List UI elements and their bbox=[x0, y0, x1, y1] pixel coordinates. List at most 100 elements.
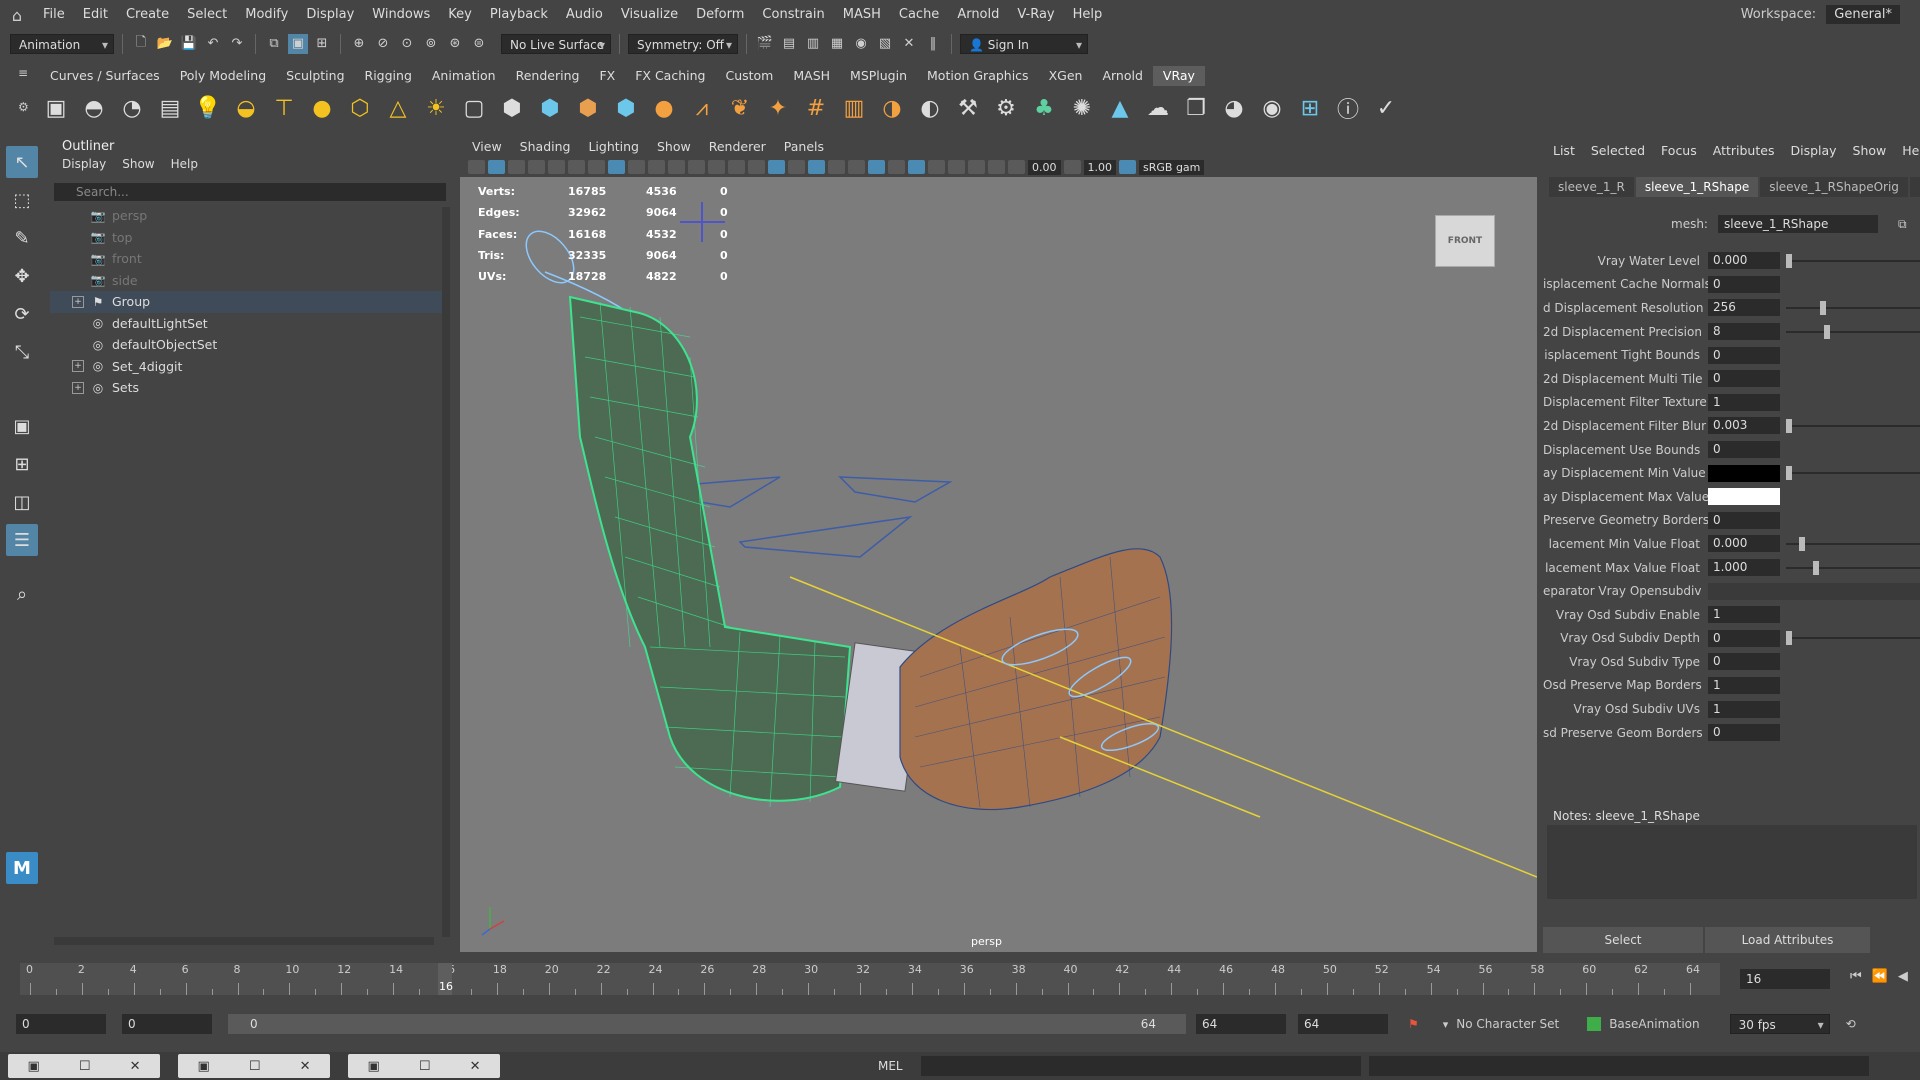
attr-tab[interactable]: Re bbox=[1909, 177, 1920, 197]
menu-edit[interactable]: Edit bbox=[74, 0, 117, 30]
step-back-icon[interactable]: ⏪ bbox=[1872, 969, 1888, 984]
attribute-slider[interactable] bbox=[1786, 418, 1920, 433]
color-management-icon[interactable] bbox=[1119, 160, 1136, 174]
attr-menu-help[interactable]: Help bbox=[1902, 141, 1920, 161]
menu-cache[interactable]: Cache bbox=[890, 0, 948, 30]
slider-handle[interactable] bbox=[1812, 560, 1819, 575]
grid-icon[interactable] bbox=[628, 160, 645, 174]
two-view-icon[interactable]: ◫ bbox=[6, 486, 38, 518]
auto-key-icon[interactable]: ⚑ bbox=[1408, 1017, 1419, 1031]
two-d-pan-icon[interactable] bbox=[988, 160, 1005, 174]
outliner-item[interactable]: 📷 side bbox=[50, 270, 450, 292]
new-scene-icon[interactable]: 🗋 bbox=[131, 34, 151, 54]
attribute-slider[interactable] bbox=[1786, 536, 1920, 551]
attribute-value-field[interactable]: 0 bbox=[1708, 653, 1780, 671]
attribute-value-field[interactable]: 0 bbox=[1708, 511, 1780, 529]
exposure-icon[interactable] bbox=[1008, 160, 1025, 174]
restore-icon[interactable]: ☐ bbox=[249, 1059, 261, 1074]
outliner-item[interactable]: 📷 persp bbox=[50, 205, 450, 227]
menu-modify[interactable]: Modify bbox=[236, 0, 297, 30]
bookmark-icon[interactable] bbox=[588, 160, 605, 174]
scale-tool-icon[interactable]: ⤡ bbox=[6, 336, 38, 368]
menu-audio[interactable]: Audio bbox=[557, 0, 612, 30]
viewport-menu-view[interactable]: View bbox=[472, 137, 502, 157]
control-curve-flat-3[interactable] bbox=[738, 515, 913, 558]
menu-file[interactable]: File bbox=[34, 0, 74, 30]
go-to-start-icon[interactable]: ⏮ bbox=[1850, 969, 1862, 984]
symmetry-dropdown[interactable]: Symmetry: Off bbox=[628, 33, 738, 55]
tools-icon[interactable]: ⚒ bbox=[952, 92, 984, 124]
xray-icon[interactable] bbox=[788, 160, 805, 174]
taskbar-window-2[interactable]: ▣ ☐ ✕ bbox=[178, 1054, 330, 1078]
control-curve-flat-2[interactable] bbox=[838, 476, 953, 503]
attribute-slider[interactable] bbox=[1786, 560, 1920, 575]
shelf-tab-motion-graphics[interactable]: Motion Graphics bbox=[917, 66, 1039, 86]
menu-v-ray[interactable]: V-Ray bbox=[1008, 0, 1063, 30]
sign-in-button[interactable]: 👤 Sign In bbox=[960, 33, 1088, 55]
menu-select[interactable]: Select bbox=[178, 0, 236, 30]
outliner-item[interactable]: + ◎ Set_4diggit bbox=[50, 356, 450, 378]
single-view-icon[interactable]: ▣ bbox=[6, 410, 38, 442]
settings-gear-icon[interactable]: ⚙ bbox=[990, 92, 1022, 124]
restore-icon[interactable]: ☐ bbox=[419, 1059, 431, 1074]
attr-menu-display[interactable]: Display bbox=[1790, 141, 1836, 161]
outliner-menu-show[interactable]: Show bbox=[122, 157, 154, 175]
attr-menu-attributes[interactable]: Attributes bbox=[1713, 141, 1775, 161]
chaos-cosmos-icon[interactable]: ☁ bbox=[1142, 92, 1174, 124]
viewport-menu-renderer[interactable]: Renderer bbox=[709, 137, 766, 157]
current-frame-field[interactable]: 16 bbox=[1740, 969, 1830, 989]
menu-display[interactable]: Display bbox=[297, 0, 363, 30]
vray-fur-icon[interactable]: ⩘ bbox=[686, 92, 718, 124]
hud-icon[interactable] bbox=[948, 160, 965, 174]
snap-point-icon[interactable]: ⊙ bbox=[397, 34, 417, 54]
shelf-menu-icon[interactable]: ≡ bbox=[18, 66, 28, 80]
shelf-tab-animation[interactable]: Animation bbox=[422, 66, 506, 86]
safe-title-icon[interactable] bbox=[748, 160, 765, 174]
menu-constrain[interactable]: Constrain bbox=[753, 0, 833, 30]
outliner-search-input[interactable]: Search... bbox=[54, 183, 446, 201]
viewport-menu-lighting[interactable]: Lighting bbox=[588, 137, 639, 157]
close-icon[interactable]: ✕ bbox=[130, 1059, 141, 1074]
shelf-tab-xgen[interactable]: XGen bbox=[1039, 66, 1093, 86]
attribute-value-field[interactable]: 0 bbox=[1708, 724, 1780, 742]
attribute-value-field[interactable]: 1 bbox=[1708, 393, 1780, 411]
range-bar[interactable]: 0 64 bbox=[228, 1014, 1186, 1034]
move-tool-icon[interactable]: ✥ bbox=[6, 260, 38, 292]
outliner-item[interactable]: 📷 top bbox=[50, 227, 450, 249]
snap-surface-icon[interactable]: ⊛ bbox=[445, 34, 465, 54]
viewport-menu-show[interactable]: Show bbox=[657, 137, 691, 157]
vray-vfb-icon[interactable]: ◔ bbox=[116, 92, 148, 124]
redo-icon[interactable]: ↷ bbox=[227, 34, 247, 54]
menu-playback[interactable]: Playback bbox=[481, 0, 557, 30]
textured-icon[interactable] bbox=[528, 160, 545, 174]
menu-create[interactable]: Create bbox=[117, 0, 178, 30]
loop-icon[interactable]: ⟲ bbox=[1846, 1017, 1856, 1031]
shelf-tab-sculpting[interactable]: Sculpting bbox=[276, 66, 354, 86]
attribute-value-field[interactable]: 0.003 bbox=[1708, 417, 1780, 435]
anim-layer-label[interactable]: BaseAnimation bbox=[1609, 1017, 1699, 1031]
viewport-menu-panels[interactable]: Panels bbox=[784, 137, 824, 157]
shelf-tab-vray[interactable]: VRay bbox=[1152, 66, 1205, 86]
viewport-panel[interactable]: View Shading Lighting Show Renderer Panels 0.… bbox=[460, 137, 1537, 952]
undo-icon[interactable]: ↶ bbox=[203, 34, 223, 54]
fur-icon[interactable]: ● bbox=[648, 92, 680, 124]
play-back-icon[interactable]: ◀ bbox=[1898, 969, 1908, 984]
outliner-scrollbar[interactable] bbox=[442, 207, 450, 937]
workspace-selector[interactable]: Workspace: General* bbox=[1741, 0, 1900, 30]
mesh-name-field[interactable]: sleeve_1_RShape bbox=[1717, 215, 1878, 233]
attr-tab[interactable]: sleeve_1_RShape bbox=[1635, 177, 1759, 197]
slider-handle[interactable] bbox=[1786, 466, 1792, 481]
safe-action-icon[interactable] bbox=[728, 160, 745, 174]
slider-handle[interactable] bbox=[1786, 631, 1792, 646]
chevron-down-icon[interactable]: ▾ bbox=[1443, 1018, 1449, 1031]
rotate-tool-icon[interactable]: ⟳ bbox=[6, 298, 38, 330]
render-frame-icon[interactable]: 🎬 bbox=[755, 34, 775, 54]
attribute-value-field[interactable]: 0.000 bbox=[1708, 252, 1780, 270]
vray-plane-icon[interactable]: ▢ bbox=[458, 92, 490, 124]
slider-handle[interactable] bbox=[1786, 253, 1792, 268]
focus-icon[interactable]: ⧉ bbox=[1898, 217, 1907, 232]
select-tool-icon[interactable]: ↖ bbox=[6, 146, 38, 178]
four-view-icon[interactable]: ⊞ bbox=[6, 448, 38, 480]
help-icon[interactable]: ⓘ bbox=[1332, 92, 1364, 124]
xray-joints-icon[interactable] bbox=[808, 160, 825, 174]
